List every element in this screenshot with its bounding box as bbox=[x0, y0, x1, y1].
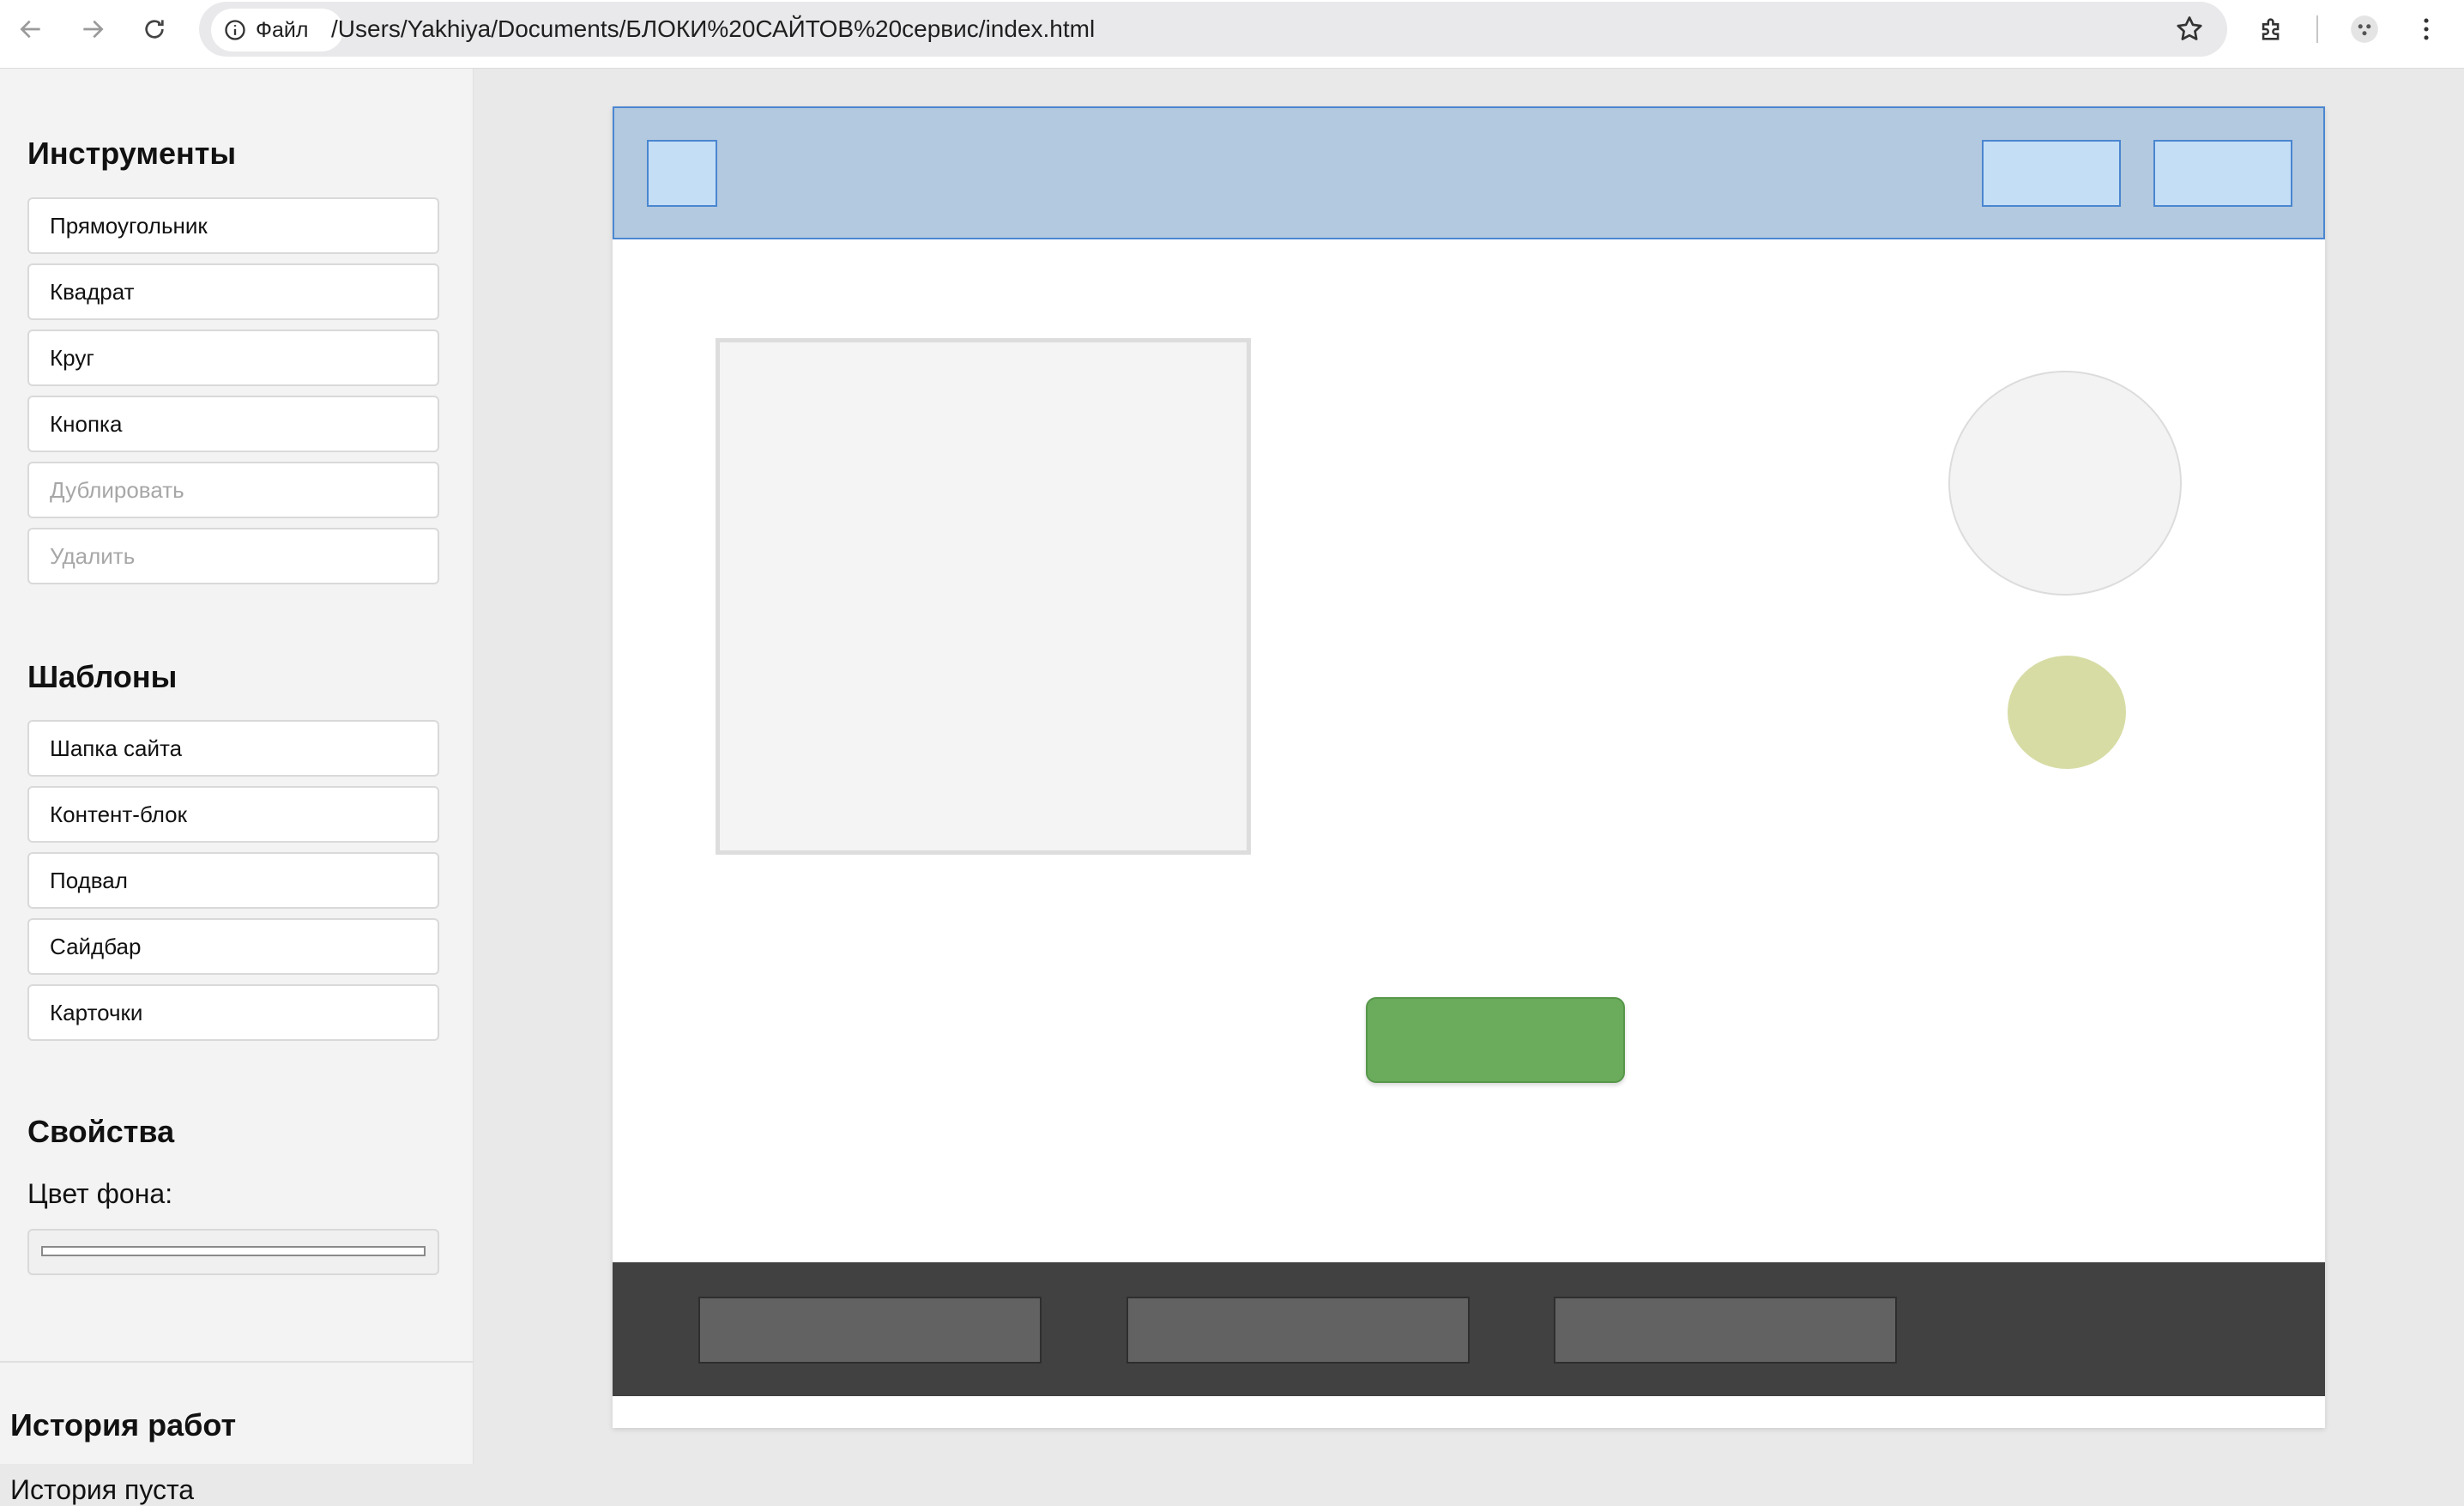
header-logo-block[interactable] bbox=[647, 140, 717, 207]
info-icon bbox=[225, 20, 245, 40]
template-sidebar-button[interactable]: Сайдбар bbox=[27, 918, 439, 975]
editor-canvas[interactable] bbox=[613, 106, 2325, 1428]
tool-rectangle-button[interactable]: Прямоугольник bbox=[27, 197, 439, 254]
star-icon bbox=[2177, 16, 2202, 40]
template-cards-button[interactable]: Карточки bbox=[27, 984, 439, 1041]
forward-arrow-icon bbox=[83, 20, 104, 39]
site-chip-label: Файл bbox=[256, 17, 309, 42]
canvas-footer-block[interactable] bbox=[613, 1262, 2325, 1396]
footer-block-3[interactable] bbox=[1554, 1297, 1897, 1364]
address-bar[interactable]: Файл /Users/Yakhiya/Documents/БЛОКИ%20СА… bbox=[199, 2, 2227, 57]
browser-toolbar: Файл /Users/Yakhiya/Documents/БЛОКИ%20СА… bbox=[0, 0, 2464, 69]
toolbar-separator bbox=[2316, 15, 2318, 43]
url-text[interactable]: /Users/Yakhiya/Documents/БЛОКИ%20САЙТОВ%… bbox=[331, 2, 1095, 57]
panel-divider bbox=[0, 1361, 474, 1363]
history-title: История работ bbox=[10, 1407, 237, 1442]
properties-section-title: Свойства bbox=[27, 1114, 175, 1149]
bookmark-button[interactable] bbox=[2174, 14, 2205, 45]
back-button[interactable] bbox=[12, 10, 50, 48]
bg-color-input[interactable] bbox=[27, 1229, 439, 1275]
profile-button[interactable] bbox=[2347, 12, 2382, 46]
more-menu-button[interactable] bbox=[2409, 12, 2443, 46]
reload-icon bbox=[145, 20, 164, 39]
history-empty-text: История пуста bbox=[10, 1474, 195, 1505]
template-content-block-button[interactable]: Контент-блок bbox=[27, 786, 439, 843]
site-info-chip[interactable]: Файл bbox=[211, 9, 343, 51]
canvas-circle-large[interactable] bbox=[1948, 371, 2182, 596]
tools-panel: Инструменты Прямоугольник Квадрат Круг К… bbox=[0, 69, 474, 1505]
footer-block-1[interactable] bbox=[698, 1297, 1042, 1364]
footer-block-2[interactable] bbox=[1126, 1297, 1470, 1364]
extensions-button[interactable] bbox=[2255, 12, 2289, 46]
duplicate-button[interactable]: Дублировать bbox=[27, 462, 439, 518]
more-vert-icon bbox=[2424, 18, 2429, 40]
delete-button[interactable]: Удалить bbox=[27, 528, 439, 584]
template-footer-button[interactable]: Подвал bbox=[27, 852, 439, 909]
back-arrow-icon bbox=[20, 20, 40, 39]
reload-button[interactable] bbox=[136, 10, 173, 48]
canvas-button[interactable] bbox=[1366, 997, 1625, 1083]
bg-color-label: Цвет фона: bbox=[27, 1178, 173, 1209]
canvas-header-block[interactable] bbox=[613, 106, 2325, 239]
tool-circle-button[interactable]: Круг bbox=[27, 330, 439, 386]
templates-section-title: Шаблоны bbox=[27, 659, 178, 694]
canvas-rectangle[interactable] bbox=[716, 338, 1251, 855]
extensions-icon bbox=[2262, 18, 2280, 40]
tool-square-button[interactable]: Квадрат bbox=[27, 263, 439, 320]
tools-section-title: Инструменты bbox=[27, 136, 237, 171]
template-header-button[interactable]: Шапка сайта bbox=[27, 720, 439, 777]
canvas-circle-small[interactable] bbox=[2008, 656, 2126, 769]
forward-button[interactable] bbox=[74, 10, 112, 48]
header-nav-block-2[interactable] bbox=[2153, 140, 2292, 207]
tool-button-button[interactable]: Кнопка bbox=[27, 396, 439, 452]
profile-icon bbox=[2351, 15, 2378, 43]
bg-color-swatch bbox=[41, 1246, 426, 1256]
header-nav-block-1[interactable] bbox=[1982, 140, 2121, 207]
